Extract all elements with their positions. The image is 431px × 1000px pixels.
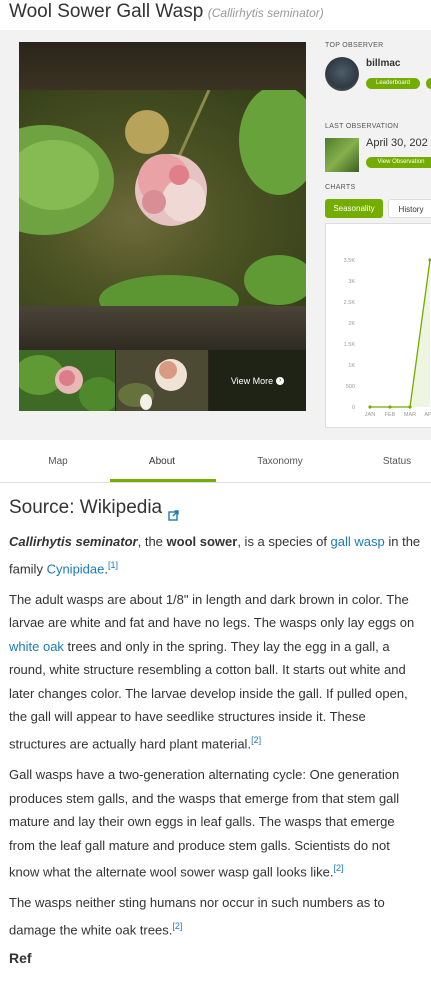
paragraph-intro: Callirhytis seminator, the wool sower, i… — [9, 534, 421, 576]
citation-1[interactable]: [1] — [108, 560, 118, 570]
cut-off-button[interactable] — [426, 78, 431, 89]
tab-history[interactable]: History — [388, 199, 431, 218]
citation-2[interactable]: [2] — [172, 921, 182, 931]
y-tick-label: 0 — [352, 405, 355, 411]
y-tick-label: 1K — [348, 363, 355, 369]
view-more-button[interactable]: View More › — [209, 350, 306, 411]
y-tick-label: 500 — [346, 384, 355, 390]
text-span: trees and only in the spring. They lay t… — [9, 638, 408, 752]
scientific-name-text: Callirhytis seminator — [9, 534, 138, 549]
source-heading-text: Source: Wikipedia — [9, 497, 163, 518]
external-link-icon[interactable] — [168, 505, 179, 521]
citation-2[interactable]: [2] — [251, 735, 261, 745]
charts-label: CHARTS — [325, 184, 356, 191]
gall-wasp-link[interactable]: gall wasp — [331, 534, 385, 549]
last-observation-thumbnail[interactable] — [325, 138, 359, 172]
top-observer-label: TOP OBSERVER — [325, 42, 384, 49]
text-span: , the — [137, 534, 167, 549]
active-tab-indicator — [110, 479, 216, 482]
scientific-name: (Callirhytis seminator) — [207, 6, 324, 20]
paragraph-behavior: The wasps neither sting humans nor occur… — [9, 891, 421, 942]
page-title: Wool Sower Gall Wasp (Callirhytis semina… — [0, 0, 431, 34]
references-heading: Ref — [9, 949, 32, 966]
cynipidae-link[interactable]: Cynipidae — [47, 561, 105, 576]
seasonality-chart-svg: 0 500 1K 1.5K 2K 2.5K 3K 3.5K JAN FEB MAR APR — [344, 258, 431, 418]
main-photo-image — [19, 90, 306, 306]
x-tick-label: FEB — [385, 412, 396, 418]
citation-2[interactable]: [2] — [333, 863, 343, 873]
main-photo[interactable] — [19, 90, 306, 306]
common-name: Wool Sower Gall Wasp — [9, 1, 204, 22]
text-span: The wasps neither sting humans nor occur… — [9, 895, 385, 938]
last-observation-date: April 30, 202 — [366, 137, 428, 149]
x-tick-label: JAN — [365, 412, 375, 418]
x-tick-label: APR — [424, 412, 431, 418]
paragraph-description: The adult wasps are about 1/8" in length… — [9, 588, 421, 756]
tab-status[interactable]: Status — [352, 456, 431, 467]
seasonality-point — [388, 405, 392, 409]
seasonality-area — [370, 260, 430, 407]
y-tick-label: 2.5K — [344, 300, 356, 306]
source-heading: Source: Wikipedia — [9, 497, 421, 521]
photo-gallery: View More › — [19, 42, 306, 411]
photo-thumbnail-1[interactable] — [19, 350, 115, 411]
text-span: The adult wasps are about 1/8" in length… — [9, 591, 415, 631]
avatar[interactable] — [325, 57, 359, 91]
y-tick-label: 2K — [348, 321, 355, 327]
y-tick-label: 3K — [348, 279, 355, 285]
tab-taxonomy[interactable]: Taxonomy — [235, 456, 325, 467]
paragraph-lifecycle: Gall wasps have a two-generation alterna… — [9, 763, 421, 884]
tab-seasonality[interactable]: Seasonality — [325, 199, 383, 218]
top-observer-username[interactable]: billmac — [366, 58, 400, 69]
tab-map[interactable]: Map — [13, 456, 103, 467]
about-content: Source: Wikipedia Callirhytis seminator,… — [9, 497, 421, 966]
last-observation-label: LAST OBSERVATION — [325, 123, 399, 130]
white-oak-link[interactable]: white oak — [9, 639, 64, 654]
photo-bottom-strip — [19, 306, 306, 350]
leaderboard-button[interactable]: Leaderboard — [366, 78, 420, 89]
y-tick-label: 3.5K — [344, 258, 356, 264]
text-span: , is a species of — [237, 534, 331, 549]
common-name-bold: wool sower — [166, 534, 238, 549]
arrow-right-circle-icon: › — [276, 376, 285, 385]
view-observation-button[interactable]: View Observation — [366, 157, 431, 168]
view-more-label: View More — [230, 375, 274, 386]
seasonality-point — [408, 405, 412, 409]
thumbnail-2-image — [116, 350, 208, 411]
taxon-tabs: Map About Taxonomy Status — [0, 443, 431, 483]
photo-thumbnail-2[interactable] — [116, 350, 208, 411]
seasonality-chart: 0 500 1K 1.5K 2K 2.5K 3K 3.5K JAN FEB MAR APR — [325, 223, 431, 428]
x-tick-label: MAR — [404, 412, 416, 418]
tab-about[interactable]: About — [117, 456, 207, 467]
photo-top-strip — [19, 42, 306, 90]
seasonality-point — [368, 405, 372, 409]
thumbnail-1-image — [19, 350, 115, 411]
y-tick-label: 1.5K — [344, 342, 356, 348]
